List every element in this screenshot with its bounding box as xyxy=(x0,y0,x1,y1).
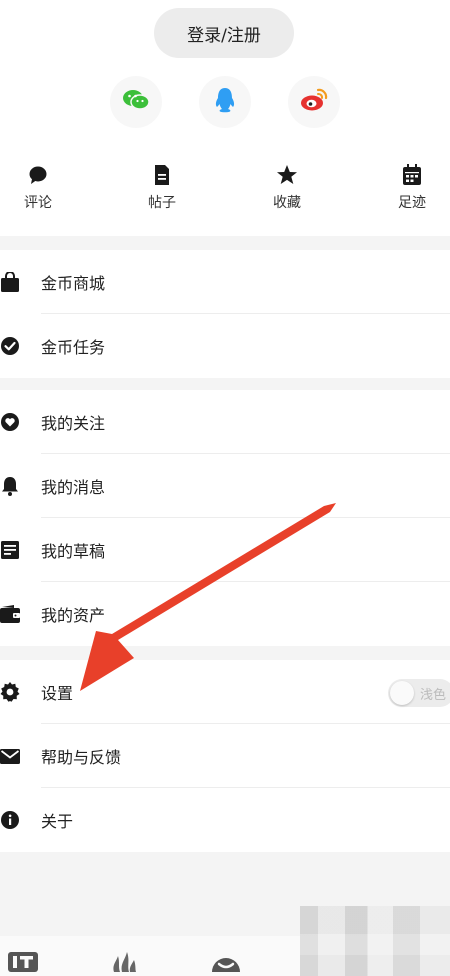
account-header: 登录/注册 评论 帖子 收藏 足迹 xyxy=(0,0,450,236)
misc-group: 设置 浅色 帮助与反馈 关于 xyxy=(0,660,450,852)
gear-icon xyxy=(0,682,20,702)
qq-icon xyxy=(213,86,237,118)
shopping-bag-icon xyxy=(0,272,20,292)
shortcut-favorites[interactable]: 收藏 xyxy=(252,162,322,212)
star-icon xyxy=(276,162,298,188)
my-assets-row[interactable]: 我的资产 xyxy=(0,582,450,646)
login-register-button[interactable]: 登录/注册 xyxy=(154,8,294,58)
heart-circle-icon xyxy=(0,412,20,432)
calendar-icon xyxy=(402,162,422,188)
wallet-icon xyxy=(0,604,20,624)
draft-icon xyxy=(0,540,20,560)
settings-row[interactable]: 设置 浅色 xyxy=(0,660,450,724)
shortcut-comments[interactable]: 评论 xyxy=(3,162,73,212)
toggle-knob xyxy=(390,681,414,705)
info-icon xyxy=(0,810,20,830)
shortcut-bar: 评论 帖子 收藏 足迹 xyxy=(0,162,450,222)
weibo-icon xyxy=(299,87,329,117)
coin-tasks-row[interactable]: 金币任务 xyxy=(0,314,450,378)
wechat-icon xyxy=(122,88,150,116)
watermark-mosaic xyxy=(300,906,450,976)
my-follows-row[interactable]: 我的关注 xyxy=(0,390,450,454)
qq-login-button[interactable] xyxy=(199,76,251,128)
weibo-login-button[interactable] xyxy=(288,76,340,128)
about-row[interactable]: 关于 xyxy=(0,788,450,852)
mail-icon xyxy=(0,746,20,766)
wechat-login-button[interactable] xyxy=(110,76,162,128)
tab-home[interactable] xyxy=(8,950,40,976)
tab-discover[interactable] xyxy=(108,950,140,976)
bell-icon xyxy=(0,476,20,496)
post-icon xyxy=(153,162,171,188)
coin-mall-row[interactable]: 金币商城 xyxy=(0,250,450,314)
it-logo-icon xyxy=(8,952,40,976)
help-feedback-row[interactable]: 帮助与反馈 xyxy=(0,724,450,788)
my-messages-row[interactable]: 我的消息 xyxy=(0,454,450,518)
my-drafts-row[interactable]: 我的草稿 xyxy=(0,518,450,582)
mine-group: 我的关注 我的消息 我的草稿 我的资产 xyxy=(0,390,450,646)
comment-icon xyxy=(28,162,48,188)
coins-group: 金币商城 金币任务 xyxy=(0,250,450,378)
flame-icon xyxy=(108,952,140,976)
tab-me[interactable] xyxy=(210,950,242,976)
check-circle-icon xyxy=(0,336,20,356)
shortcut-posts[interactable]: 帖子 xyxy=(127,162,197,212)
theme-toggle[interactable]: 浅色 xyxy=(388,679,450,707)
smiley-icon xyxy=(210,957,242,976)
shortcut-footprints[interactable]: 足迹 xyxy=(377,162,447,212)
